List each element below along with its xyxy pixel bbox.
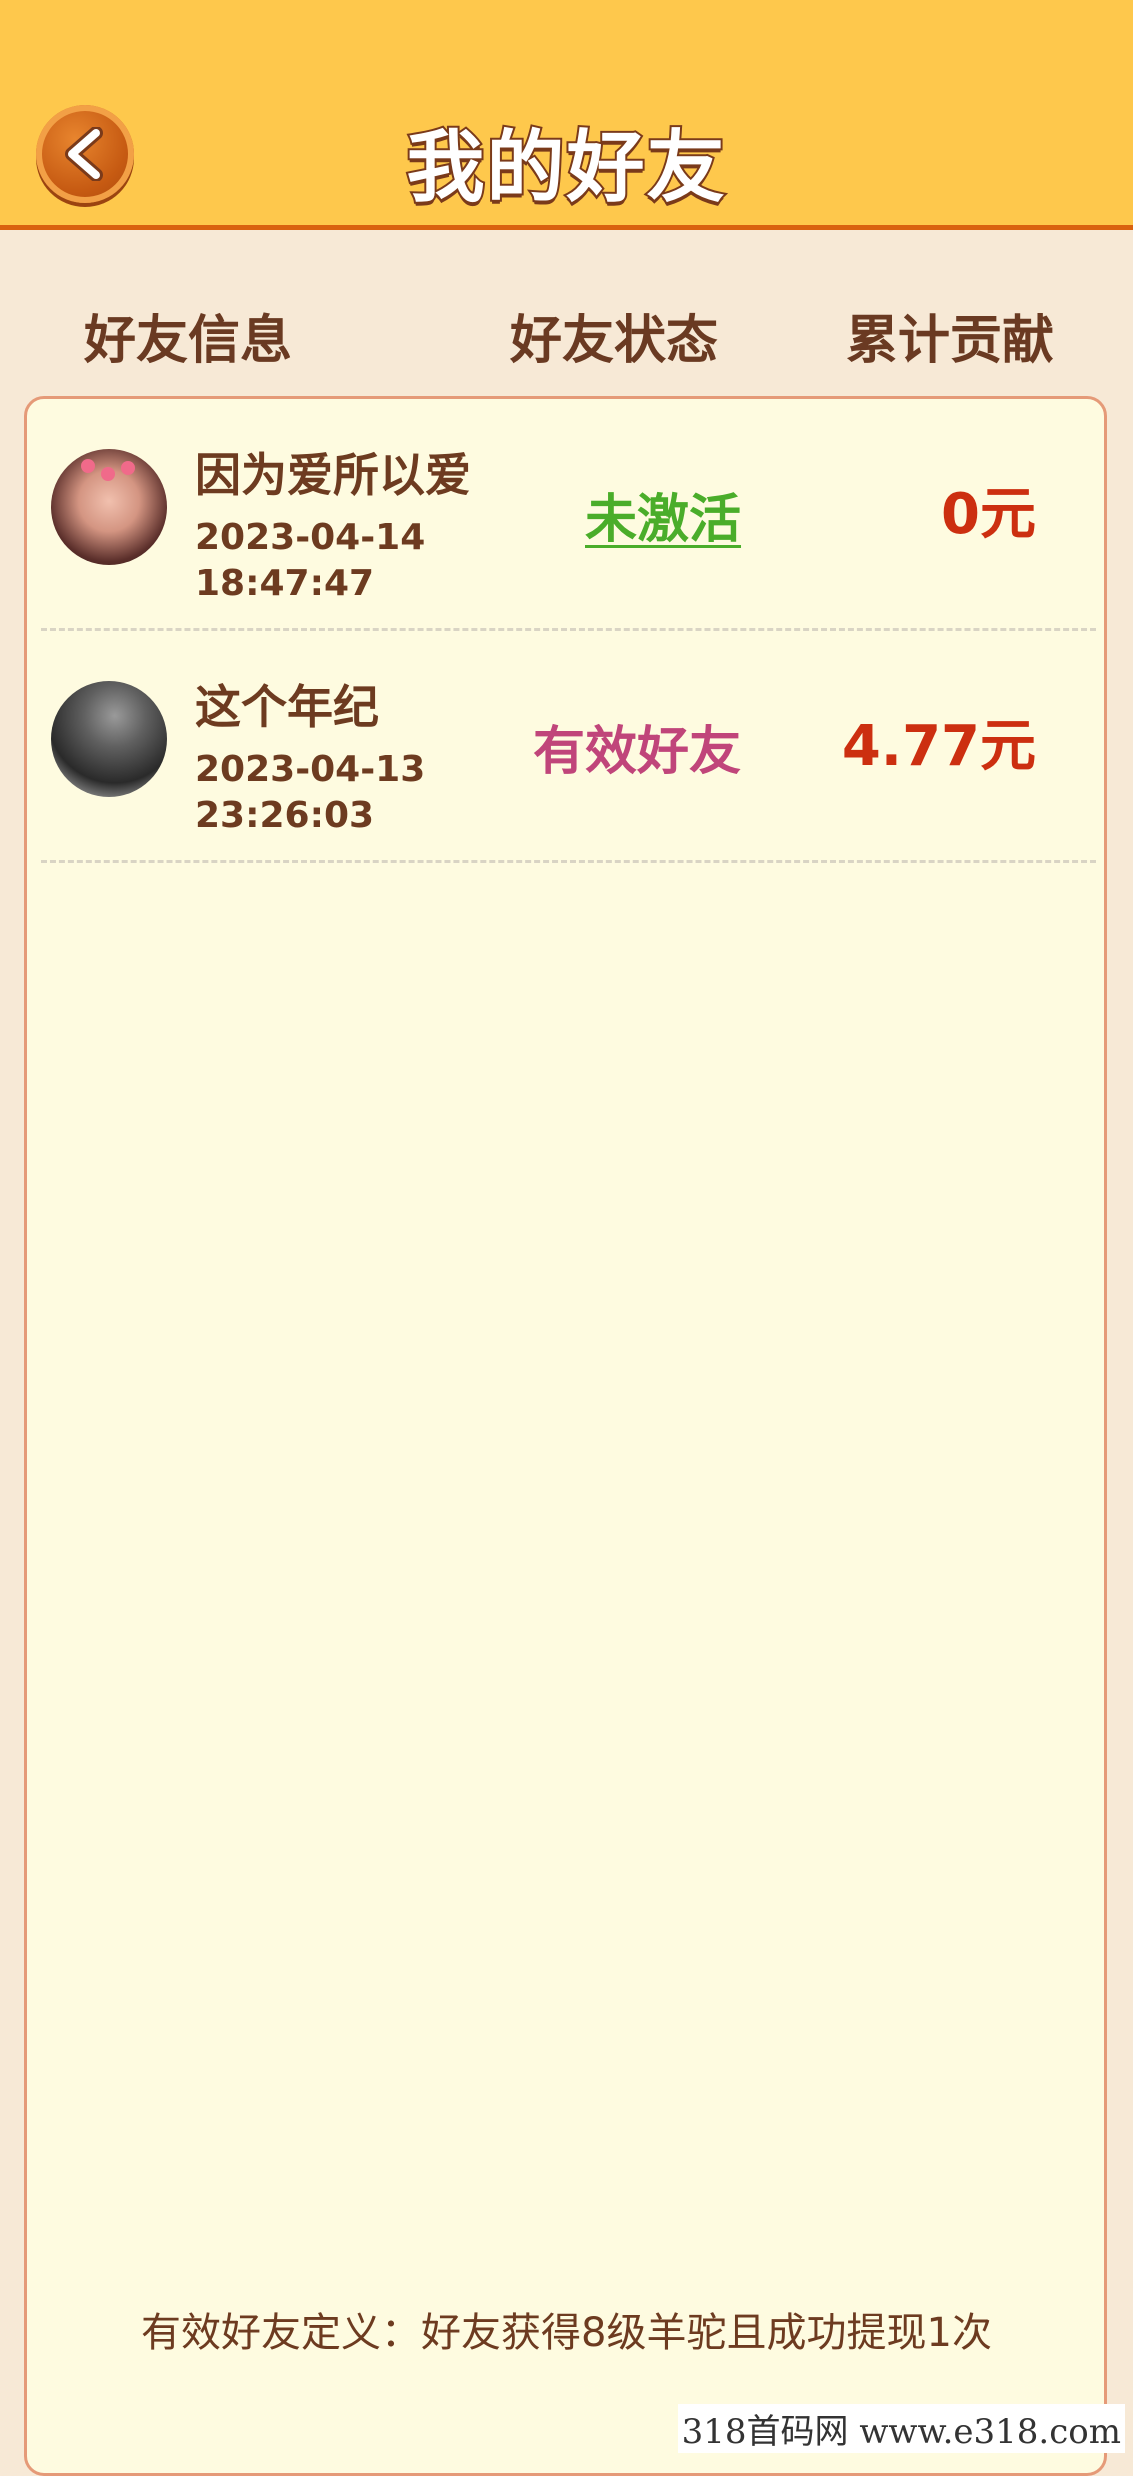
watermark: 318首码网 www.e318.com: [677, 2404, 1125, 2453]
friend-join-time: 2023-04-13 23:26:03: [195, 747, 425, 839]
friend-time: 18:47:47: [195, 563, 375, 604]
page-title: 我的好友: [404, 121, 727, 215]
friend-status[interactable]: 未激活: [585, 477, 741, 552]
column-header-contribution: 累计贡献: [846, 311, 1055, 371]
app-header: 我的好友: [0, 0, 1133, 230]
column-header-status: 好友状态: [510, 311, 719, 371]
friend-date: 2023-04-13: [195, 749, 426, 790]
friend-contribution: 0元: [941, 482, 1036, 547]
column-header-info: 好友信息: [84, 311, 293, 371]
friend-row[interactable]: 这个年纪 2023-04-13 23:26:03 有效好友 4.77元: [41, 631, 1096, 863]
friend-contribution: 4.77元: [841, 714, 1036, 779]
footer-note: 有效好友定义：好友获得8级羊驼且成功提现1次: [141, 2310, 992, 2356]
friend-list-panel: 因为爱所以爱 2023-04-14 18:47:47 未激活 0元 这个年纪 2…: [24, 396, 1107, 2476]
friend-date: 2023-04-14: [195, 517, 426, 558]
friend-join-time: 2023-04-14 18:47:47: [195, 515, 425, 607]
friend-status: 有效好友: [533, 722, 742, 782]
avatar: [51, 449, 167, 565]
friend-name: 因为爱所以爱: [195, 448, 471, 502]
friend-row[interactable]: 因为爱所以爱 2023-04-14 18:47:47 未激活 0元: [41, 399, 1096, 631]
avatar: [51, 681, 167, 797]
friend-name: 这个年纪: [195, 680, 379, 734]
friend-time: 23:26:03: [195, 795, 375, 836]
